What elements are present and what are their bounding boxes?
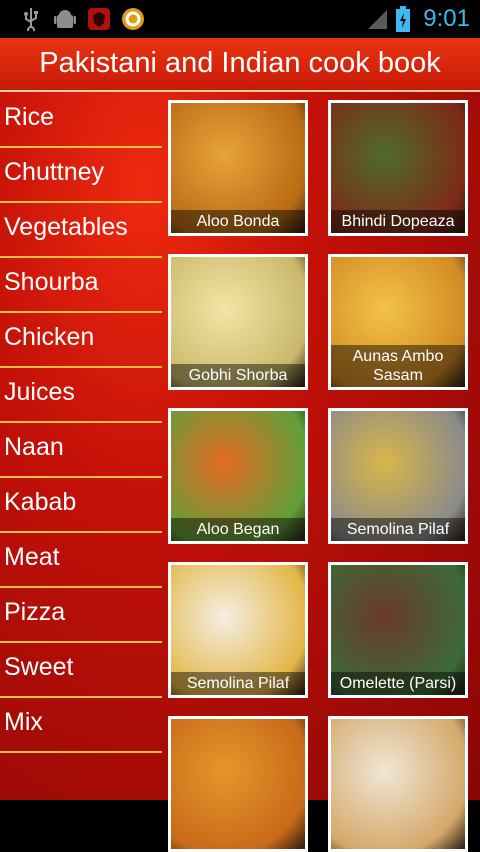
recipe-tile[interactable]: Gobhi Shorba xyxy=(168,254,308,390)
recipe-title: Aloo Bonda xyxy=(171,210,305,233)
sidebar-item-label: Juices xyxy=(4,378,75,406)
page-title: Pakistani and Indian cook book xyxy=(39,47,441,79)
sidebar-item-label: Naan xyxy=(4,433,64,461)
recipe-tile[interactable] xyxy=(328,716,468,852)
sidebar-item-label: Kabab xyxy=(4,488,77,516)
recipe-title: Semolina Pilaf xyxy=(331,518,465,541)
sidebar-item-shourba[interactable]: Shourba xyxy=(0,258,162,313)
title-bar: Pakistani and Indian cook book xyxy=(0,38,480,92)
recipe-image: Gobhi Shorba xyxy=(171,257,305,387)
battery-icon xyxy=(394,6,412,32)
recipe-image: Semolina Pilaf xyxy=(171,565,305,695)
sidebar-item-label: Chicken xyxy=(4,323,95,351)
sidebar-item-sweet[interactable]: Sweet xyxy=(0,643,162,698)
sidebar-item-label: Shourba xyxy=(4,268,99,296)
recipe-image xyxy=(171,719,305,849)
recipe-title: Omelette (Parsi) xyxy=(331,672,465,695)
clock: 9:01 xyxy=(423,5,470,32)
sidebar-item-label: Rice xyxy=(4,103,55,131)
recipe-title: Aloo Began xyxy=(171,518,305,541)
app-screen: Pakistani and Indian cook book Rice Chut… xyxy=(0,38,480,852)
recipe-tile[interactable]: Aloo Began xyxy=(168,408,308,544)
sidebar-item-vegetables[interactable]: Vegetables xyxy=(0,203,162,258)
sidebar-item-label: Mix xyxy=(4,708,43,736)
sidebar-item-label: Chuttney xyxy=(4,158,105,186)
recipe-title: Gobhi Shorba xyxy=(171,364,305,387)
recipe-tile[interactable]: Semolina Pilaf xyxy=(168,562,308,698)
shield-icon xyxy=(86,6,112,32)
signal-icon xyxy=(366,6,388,32)
recipe-image: Aloo Bonda xyxy=(171,103,305,233)
recipe-image: Omelette (Parsi) xyxy=(331,565,465,695)
recipe-image: Aloo Began xyxy=(171,411,305,541)
recipe-title: Aunas Ambo Sasam xyxy=(331,345,465,387)
category-sidebar: Rice Chuttney Vegetables Shourba Chicken… xyxy=(0,93,162,753)
sidebar-item-kabab[interactable]: Kabab xyxy=(0,478,162,533)
sidebar-item-naan[interactable]: Naan xyxy=(0,423,162,478)
sidebar-item-rice[interactable]: Rice xyxy=(0,93,162,148)
sidebar-item-chicken[interactable]: Chicken xyxy=(0,313,162,368)
recipe-image: Semolina Pilaf xyxy=(331,411,465,541)
status-bar: 9:01 xyxy=(0,0,480,38)
recipe-tile[interactable]: Semolina Pilaf xyxy=(328,408,468,544)
sidebar-item-label: Sweet xyxy=(4,653,74,681)
recipe-title: Bhindi Dopeaza xyxy=(331,210,465,233)
sync-icon xyxy=(120,6,146,32)
sidebar-item-label: Vegetables xyxy=(4,213,128,241)
recipe-tile[interactable]: Omelette (Parsi) xyxy=(328,562,468,698)
recipe-tile[interactable]: Aunas Ambo Sasam xyxy=(328,254,468,390)
recipe-image xyxy=(331,719,465,849)
sidebar-item-meat[interactable]: Meat xyxy=(0,533,162,588)
recipe-tile[interactable] xyxy=(168,716,308,852)
recipe-image: Bhindi Dopeaza xyxy=(331,103,465,233)
recipe-tile[interactable]: Bhindi Dopeaza xyxy=(328,100,468,236)
android-debug-icon xyxy=(52,6,78,32)
recipe-title: Semolina Pilaf xyxy=(171,672,305,695)
usb-icon xyxy=(18,6,44,32)
sidebar-item-label: Pizza xyxy=(4,598,66,626)
recipe-tile[interactable]: Aloo Bonda xyxy=(168,100,308,236)
recipe-image: Aunas Ambo Sasam xyxy=(331,257,465,387)
sidebar-item-chuttney[interactable]: Chuttney xyxy=(0,148,162,203)
sidebar-item-pizza[interactable]: Pizza xyxy=(0,588,162,643)
sidebar-item-juices[interactable]: Juices xyxy=(0,368,162,423)
sidebar-item-mix[interactable]: Mix xyxy=(0,698,162,753)
sidebar-item-label: Meat xyxy=(4,543,60,571)
